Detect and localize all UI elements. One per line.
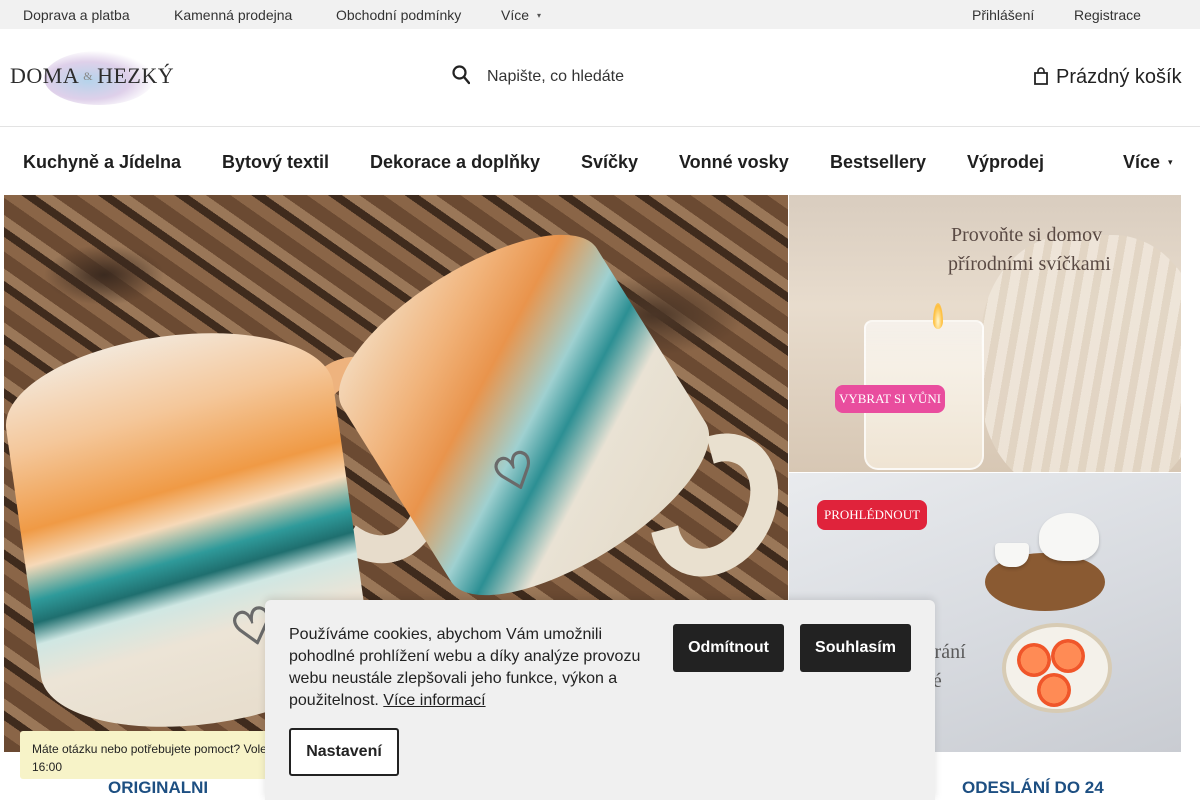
topbar-link-shipping[interactable]: Doprava a platba: [23, 7, 130, 23]
teapot-image: [1039, 513, 1099, 561]
banner-candles-headline-2: přírodními svíčkami: [948, 253, 1111, 275]
cookie-settings-button[interactable]: Nastavení: [289, 728, 399, 776]
cookie-consent-dialog: Používáme cookies, abychom Vám umožnili …: [265, 600, 935, 800]
flame-icon: [933, 303, 943, 329]
nav-item-bestsellers[interactable]: Bestsellery: [830, 152, 926, 173]
feature-original: ORIGINALNI: [108, 778, 209, 797]
logo-word-left: DOMA: [10, 63, 80, 88]
logo-text: DOMA & HEZKÝ: [10, 63, 174, 89]
nav-more-label: Více: [1123, 152, 1161, 172]
nav-item-kitchen[interactable]: Kuchyně a Jídelna: [23, 152, 181, 173]
cookie-more-info-link[interactable]: Více informací: [383, 692, 485, 709]
chat-help-bubble[interactable]: Máte otázku nebo potřebujete pomoct? Vol…: [20, 731, 280, 779]
grapefruit-slice-image: [1017, 643, 1051, 677]
register-link[interactable]: Registrace: [1074, 7, 1141, 23]
nav-more-menu[interactable]: Více ▾: [1123, 152, 1173, 173]
choose-scent-button[interactable]: VYBRAT SI VŮNI: [835, 385, 945, 413]
grapefruit-slice-image: [1051, 639, 1085, 673]
main-navigation: Kuchyně a Jídelna Bytový textil Dekorace…: [0, 127, 1200, 195]
top-bar: Doprava a platba Kamenná prodejna Obchod…: [0, 0, 1200, 29]
search-icon[interactable]: [452, 65, 470, 85]
site-logo[interactable]: DOMA & HEZKÝ: [10, 43, 185, 105]
teacup-image: [995, 543, 1029, 567]
chat-text-hours: 16:00: [32, 760, 63, 774]
nav-item-candles[interactable]: Svíčky: [581, 152, 638, 173]
logo-word-right: HEZKÝ: [97, 63, 175, 88]
site-header: DOMA & HEZKÝ Napište, co hledáte Prázdný k…: [0, 29, 1200, 127]
topbar-more-menu[interactable]: Více ▾: [501, 7, 541, 23]
cart-button[interactable]: Prázdný košík: [1056, 66, 1182, 89]
chevron-down-icon: ▾: [1168, 157, 1173, 167]
nav-item-wax-melts[interactable]: Vonné vosky: [679, 152, 789, 173]
chat-text-line: Máte otázku nebo potřebujete pomoct? Vol…: [32, 742, 267, 756]
feature-shipping-24h: ODESLÁNÍ DO 24: [962, 778, 1104, 797]
grapefruit-slice-image: [1037, 673, 1071, 707]
login-link[interactable]: Přihlášení: [972, 7, 1034, 23]
topbar-more-label: Více: [501, 7, 530, 23]
banner-candles[interactable]: Provoňte si domov přírodními svíčkami VY…: [789, 195, 1181, 472]
nav-item-textile[interactable]: Bytový textil: [222, 152, 329, 173]
topbar-link-terms[interactable]: Obchodní podmínky: [336, 7, 461, 23]
nav-item-sale[interactable]: Výprodej: [967, 152, 1044, 173]
logo-ampersand: &: [83, 69, 94, 83]
banner-candles-headline-1: Provoňte si domov: [951, 224, 1103, 246]
browse-button[interactable]: PROHLÉDNOUT: [817, 500, 927, 530]
cookie-message: Používáme cookies, abychom Vám umožnili …: [289, 624, 654, 712]
cookie-accept-button[interactable]: Souhlasím: [800, 624, 911, 672]
chevron-down-icon: ▾: [537, 11, 542, 20]
nav-item-decor[interactable]: Dekorace a doplňky: [370, 152, 540, 173]
search-input[interactable]: Napište, co hledáte: [487, 68, 624, 86]
cookie-decline-button[interactable]: Odmítnout: [673, 624, 784, 672]
cart-bag-icon[interactable]: [1034, 67, 1048, 85]
topbar-link-store[interactable]: Kamenná prodejna: [174, 7, 292, 23]
